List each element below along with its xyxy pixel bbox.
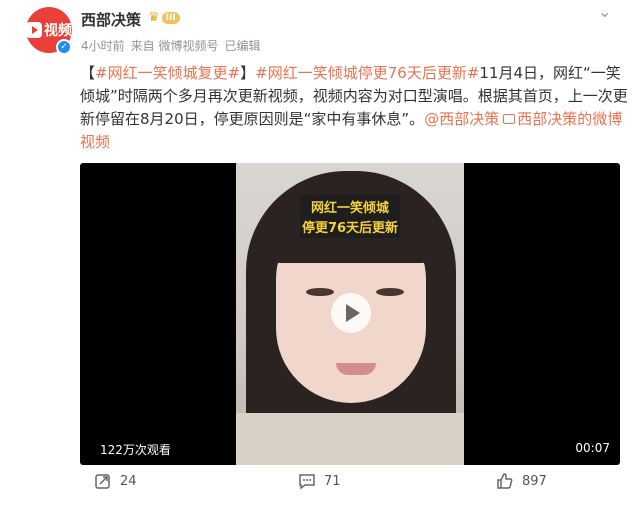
action-bar: 24 71 897 — [0, 472, 640, 502]
verified-icon: ✓ — [56, 39, 72, 55]
like-icon — [497, 473, 513, 489]
comment-button[interactable]: 71 — [298, 472, 341, 490]
crown-icon: ♛ — [148, 10, 160, 25]
open-bracket: 【 — [80, 64, 96, 82]
video-duration: 00:07 — [575, 441, 610, 455]
like-button[interactable]: 897 — [496, 472, 547, 490]
close-bracket: 】 — [240, 64, 256, 82]
vip-badge[interactable]: ♛ III — [148, 11, 180, 25]
author-name[interactable]: 西部决策 — [81, 9, 141, 30]
vip-level: III — [161, 12, 180, 24]
like-count: 897 — [522, 473, 547, 489]
repost-button[interactable]: 24 — [94, 472, 137, 490]
more-options-icon[interactable]: ⌄ — [598, 2, 612, 21]
video-logo-icon — [26, 22, 42, 38]
play-icon[interactable] — [331, 293, 371, 333]
avatar-text: 视频 — [44, 23, 72, 39]
mention-link[interactable]: @西部决策 — [424, 110, 499, 128]
comment-count: 71 — [324, 473, 341, 489]
post-time[interactable]: 4小时前 — [81, 37, 125, 54]
view-count: 122万次观看 — [100, 443, 171, 457]
repost-count: 24 — [120, 473, 137, 489]
avatar-logo: 视频 — [26, 20, 72, 40]
repost-icon — [95, 474, 110, 489]
hashtag-link[interactable]: #网红一笑倾城复更# — [95, 64, 240, 82]
video-link-icon — [503, 114, 516, 124]
video-player[interactable]: 网红一笑倾城 停更76天后更新 122万次观看 00:07 — [80, 163, 620, 465]
post-source[interactable]: 来自 微博视频号 — [131, 37, 219, 54]
post-text: 【#网红一笑倾城复更#】#网红一笑倾城停更76天后更新#11月4日，网红“一笑倾… — [80, 62, 628, 154]
comment-icon — [299, 474, 315, 490]
post-meta: 4小时前 来自 微博视频号 已编辑 — [81, 37, 260, 54]
hashtag-link[interactable]: #网红一笑倾城停更76天后更新# — [255, 64, 479, 82]
post-edited: 已编辑 — [224, 39, 261, 53]
video-caption-line2: 停更76天后更新 — [300, 215, 400, 238]
